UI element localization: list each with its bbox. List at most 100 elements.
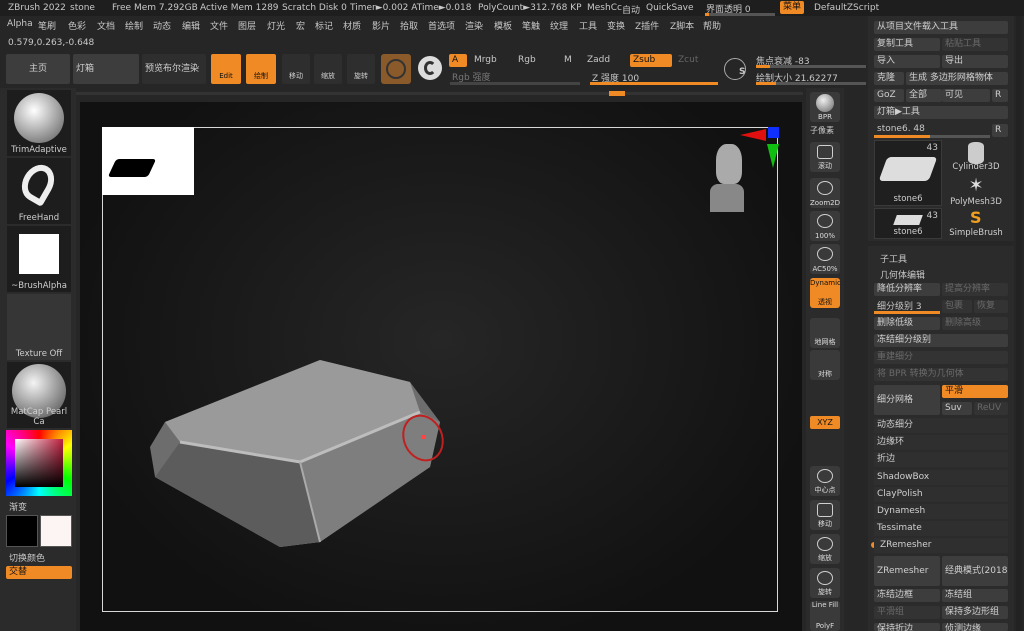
- tool-tile-polymesh3d[interactable]: ✶ PolyMesh3D: [944, 175, 1008, 208]
- paste-tool-button[interactable]: 粘贴工具: [942, 38, 1008, 51]
- timeline-marker[interactable]: [609, 91, 625, 96]
- subtool-list-item[interactable]: Dynamesh: [874, 504, 1008, 519]
- subtool-list-item[interactable]: 折边: [874, 452, 1008, 467]
- brush-thumb[interactable]: TrimAdaptive: [7, 90, 71, 156]
- subdiv-level-track[interactable]: [874, 311, 940, 314]
- menu-item[interactable]: 宏: [296, 19, 305, 32]
- draw-size-track[interactable]: [756, 82, 866, 85]
- focal-shift-track[interactable]: [756, 65, 866, 68]
- material-thumb[interactable]: MatCap Pearl Ca: [7, 362, 71, 428]
- delete-lower-button[interactable]: 删除低级: [874, 317, 940, 330]
- sdiv-icon[interactable]: [418, 56, 442, 80]
- alpha-thumb[interactable]: ~BrushAlpha: [7, 226, 71, 292]
- canvas[interactable]: [80, 102, 802, 631]
- home-button[interactable]: 主页: [6, 54, 70, 84]
- suv-toggle[interactable]: Suv: [942, 402, 972, 415]
- zremesher-button[interactable]: ZRemesher: [874, 556, 940, 586]
- draw-button[interactable]: 绘制: [246, 54, 276, 84]
- m-toggle[interactable]: M: [564, 55, 572, 65]
- menu-item[interactable]: 渲染: [465, 19, 483, 32]
- lower-res-button[interactable]: 降低分辨率: [874, 283, 940, 296]
- menu-item[interactable]: 影片: [372, 19, 390, 32]
- subtool-list-item[interactable]: 边缘环: [874, 435, 1008, 450]
- quicksave-button[interactable]: QuickSave: [646, 3, 694, 13]
- smooth-toggle[interactable]: 平滑: [942, 385, 1008, 398]
- alternate-button[interactable]: 交替: [6, 566, 72, 579]
- bpr-to-geo-button[interactable]: 将 BPR 转换为几何体: [874, 368, 1008, 381]
- zcut-toggle[interactable]: Zcut: [678, 55, 698, 65]
- subtool-list-item[interactable]: Tessimate: [874, 521, 1008, 536]
- freeze-groups-toggle[interactable]: 冻结组: [942, 589, 1008, 602]
- cage-button[interactable]: 包裹: [942, 300, 972, 313]
- linefill-button[interactable]: Line Fill PolyF: [810, 601, 840, 631]
- stone-slider-track[interactable]: [874, 135, 990, 138]
- menu-item[interactable]: 首选项: [428, 19, 455, 32]
- goz-button[interactable]: GoZ: [874, 89, 904, 102]
- subtool-list-item[interactable]: 动态细分: [874, 418, 1008, 433]
- higher-res-button[interactable]: 提高分辨率: [942, 283, 1008, 296]
- menu-item[interactable]: 变换: [607, 19, 625, 32]
- a-toggle[interactable]: A: [449, 54, 467, 67]
- import-button[interactable]: 导入: [874, 55, 940, 68]
- menu-item[interactable]: 文档: [97, 19, 115, 32]
- load-tool-button[interactable]: 从项目文件载入工具: [874, 21, 1008, 34]
- tool-tile-stone6[interactable]: 43 stone6: [874, 140, 942, 206]
- menu-item[interactable]: 灯光: [267, 19, 285, 32]
- rotate-button[interactable]: 旋转: [347, 54, 375, 84]
- stroke-thumb[interactable]: FreeHand: [7, 158, 71, 224]
- menu-item[interactable]: 图层: [238, 19, 256, 32]
- menu-item[interactable]: 绘制: [125, 19, 143, 32]
- geometry-header[interactable]: 几何体编辑: [880, 268, 925, 281]
- ac50-button[interactable]: AC50%: [810, 244, 840, 274]
- copy-tool-button[interactable]: 复制工具: [874, 38, 940, 51]
- menu-item[interactable]: 材质: [343, 19, 361, 32]
- axis-y-icon[interactable]: [767, 144, 779, 168]
- tool-tile-stone6-small[interactable]: 43 stone6: [874, 208, 942, 239]
- classic-mode-button[interactable]: 经典模式(2018): [942, 556, 1008, 586]
- center-point-button[interactable]: 中心点: [810, 466, 840, 496]
- subtool-list-item[interactable]: ShadowBox: [874, 470, 1008, 485]
- edit-button[interactable]: Edit: [211, 54, 241, 84]
- zadd-toggle[interactable]: Zadd: [587, 55, 610, 65]
- menu-item[interactable]: 文件: [210, 19, 228, 32]
- delete-higher-button[interactable]: 删除高级: [942, 317, 1008, 330]
- move-view-button[interactable]: 移动: [810, 500, 840, 530]
- floor-button[interactable]: 地网格: [810, 318, 840, 348]
- scale-button[interactable]: 缩放: [314, 54, 342, 84]
- clone-button[interactable]: 克隆: [874, 72, 904, 85]
- subtool-list-item[interactable]: ClayPolish: [874, 487, 1008, 502]
- keep-creases-toggle[interactable]: 保持折边: [874, 623, 940, 631]
- zsub-toggle[interactable]: Zsub: [630, 54, 672, 67]
- visible-button[interactable]: 可见: [942, 89, 990, 102]
- detect-edges-toggle[interactable]: 侦测边缘: [942, 623, 1008, 631]
- make-polymesh-button[interactable]: 生成 多边形网格物体: [906, 72, 1008, 85]
- menu-item[interactable]: 色彩: [68, 19, 86, 32]
- menu-item[interactable]: 拾取: [400, 19, 418, 32]
- timeline-track[interactable]: [75, 92, 803, 95]
- stone-slider[interactable]: stone6. 48: [877, 124, 925, 134]
- freeze-subdiv-button[interactable]: 冻结细分级别: [874, 334, 1008, 347]
- tool-tile-cylinder3d[interactable]: Cylinder3D: [944, 140, 1008, 173]
- move-button[interactable]: 移动: [282, 54, 310, 84]
- color-picker[interactable]: [6, 430, 72, 496]
- menu-item[interactable]: 纹理: [550, 19, 568, 32]
- all-button[interactable]: 全部: [906, 89, 942, 102]
- texture-thumb[interactable]: Texture Off: [7, 294, 71, 360]
- xyz-toggle[interactable]: XYZ: [810, 416, 840, 429]
- mrgb-toggle[interactable]: Mrgb: [474, 55, 497, 65]
- divide-button[interactable]: 细分网格: [874, 385, 940, 415]
- dynamic-persp-button[interactable]: Dynamic 透视: [810, 278, 841, 308]
- menu-item[interactable]: 标记: [315, 19, 333, 32]
- z-intensity-track[interactable]: [590, 82, 718, 85]
- menu-item[interactable]: 工具: [579, 19, 597, 32]
- subtool-header[interactable]: 子工具: [880, 252, 907, 265]
- rgb-toggle[interactable]: Rgb: [518, 55, 536, 65]
- menu-item[interactable]: 笔刷: [38, 19, 56, 32]
- menu-item[interactable]: 动态: [153, 19, 171, 32]
- lightbox-tool-button[interactable]: 灯箱▶工具: [874, 106, 1008, 119]
- smooth-groups-slider[interactable]: 平滑组: [874, 606, 940, 619]
- panel-scrollbar[interactable]: [1016, 16, 1022, 631]
- secondary-color-swatch[interactable]: [40, 515, 72, 547]
- navigator-thumbnail[interactable]: [102, 127, 194, 195]
- tool-tile-simplebrush[interactable]: S SimpleBrush: [944, 208, 1008, 239]
